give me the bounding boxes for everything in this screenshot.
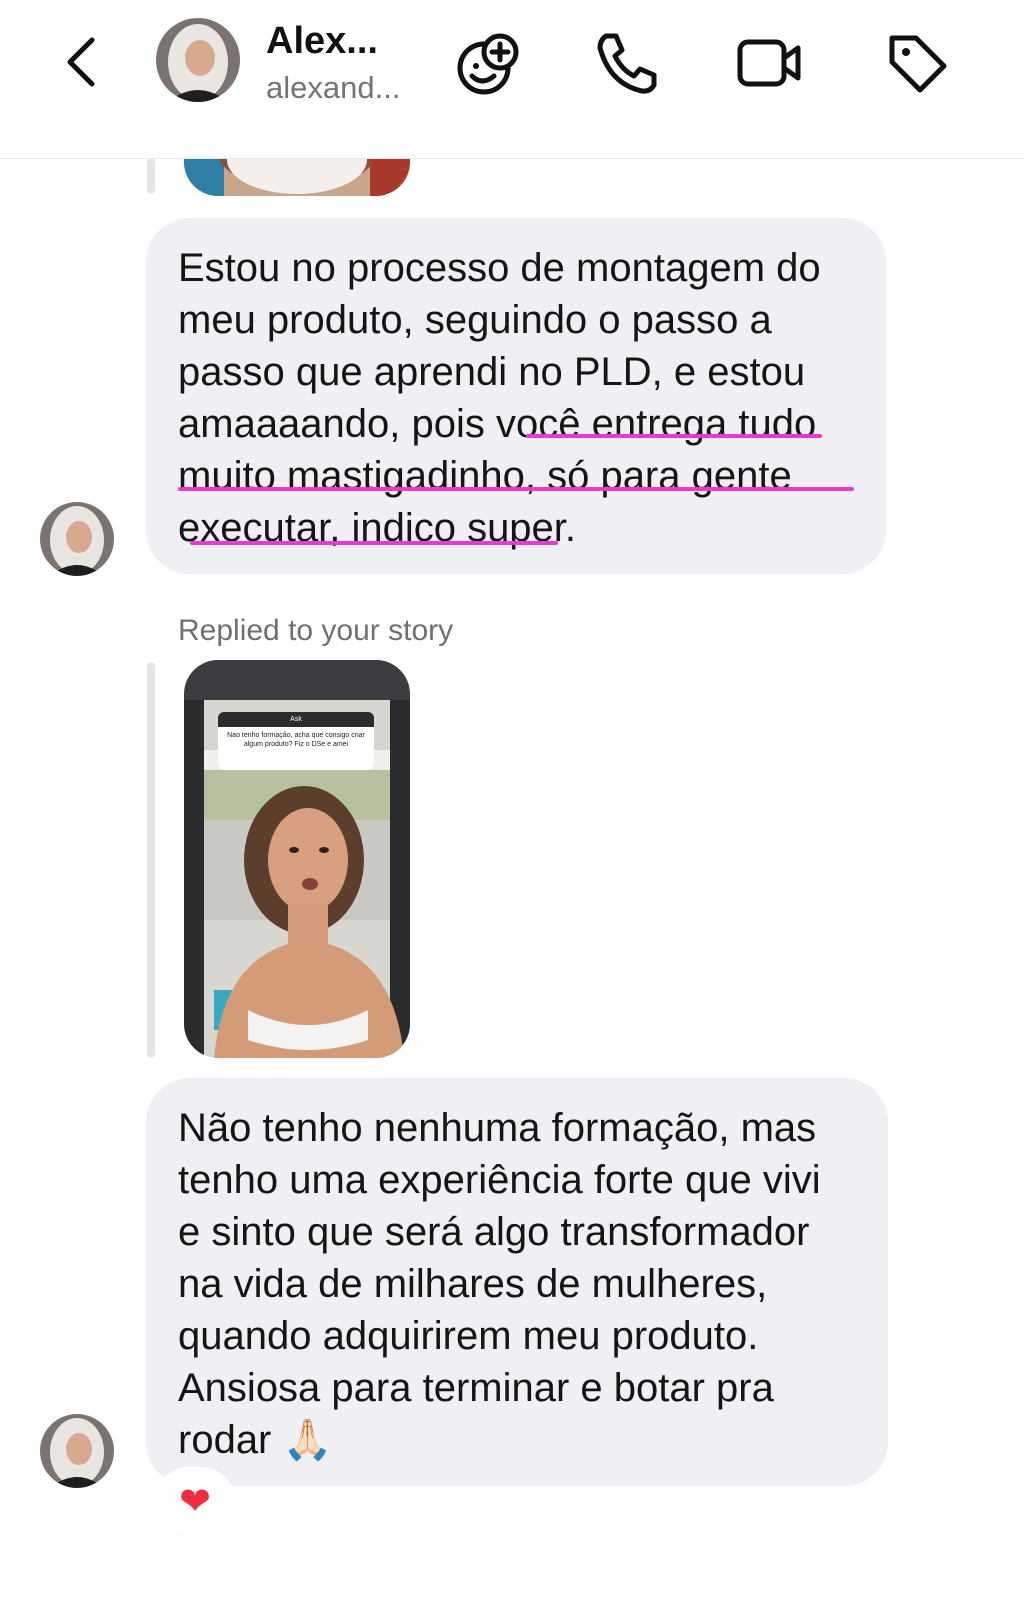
story-question-title: Ask [218, 712, 374, 727]
effects-icon[interactable] [454, 28, 524, 98]
story-question-text: Nao tenho formação, acha que consigo cri… [227, 732, 365, 748]
thread-rail [147, 158, 155, 194]
message-line: Não tenho nenhuma formação, mas [178, 1106, 817, 1150]
highlight-underline [526, 434, 822, 438]
story-thumbnail[interactable]: Ask Nao tenho formação, acha que consigo… [184, 660, 410, 1058]
message-line: quando adquirirem meu produto. [178, 1314, 759, 1358]
message-bubble[interactable]: Não tenho nenhuma formação, mas tenho um… [146, 1078, 888, 1486]
chat-header: Alex... alexand... [0, 0, 1024, 159]
message-line: rodar 🙏🏻 [178, 1418, 333, 1462]
message-line: executar, indico super. [178, 506, 577, 550]
avatar[interactable] [156, 18, 240, 102]
chevron-left-icon[interactable] [60, 34, 104, 90]
message-line: amaaaando, pois você entrega tudo [178, 402, 817, 446]
message-bubble[interactable]: Estou no processo de montagem do meu pro… [146, 218, 886, 574]
avatar[interactable] [40, 502, 114, 576]
video-icon[interactable] [734, 28, 804, 98]
avatar[interactable] [40, 1414, 114, 1488]
message-line: e sinto que será algo transformador [178, 1210, 810, 1254]
heart-reaction-icon[interactable]: ❤ [158, 1470, 232, 1532]
message-line: Estou no processo de montagem do [178, 246, 821, 290]
highlight-underline [178, 487, 854, 491]
message-line: Ansiosa para terminar e botar pra [178, 1366, 774, 1410]
highlight-underline [190, 541, 558, 545]
contact-name[interactable]: Alex... [266, 20, 378, 63]
message-line: meu produto, seguindo o passo a [178, 298, 772, 342]
message-line: na vida de milhares de mulheres, [178, 1262, 768, 1306]
replied-to-story-label: Replied to your story [178, 614, 454, 647]
tag-icon[interactable] [882, 28, 952, 98]
message-line: tenho uma experiência forte que vivi [178, 1158, 821, 1202]
thread-rail [147, 662, 155, 1058]
message-line: muito mastigadinho, só para gente [178, 454, 792, 498]
phone-icon[interactable] [592, 28, 662, 98]
message-line: passo que aprendi no PLD, e estou [178, 350, 806, 394]
contact-username[interactable]: alexand... [266, 70, 400, 106]
story-question-card: Ask Nao tenho formação, acha que consigo… [218, 712, 374, 770]
